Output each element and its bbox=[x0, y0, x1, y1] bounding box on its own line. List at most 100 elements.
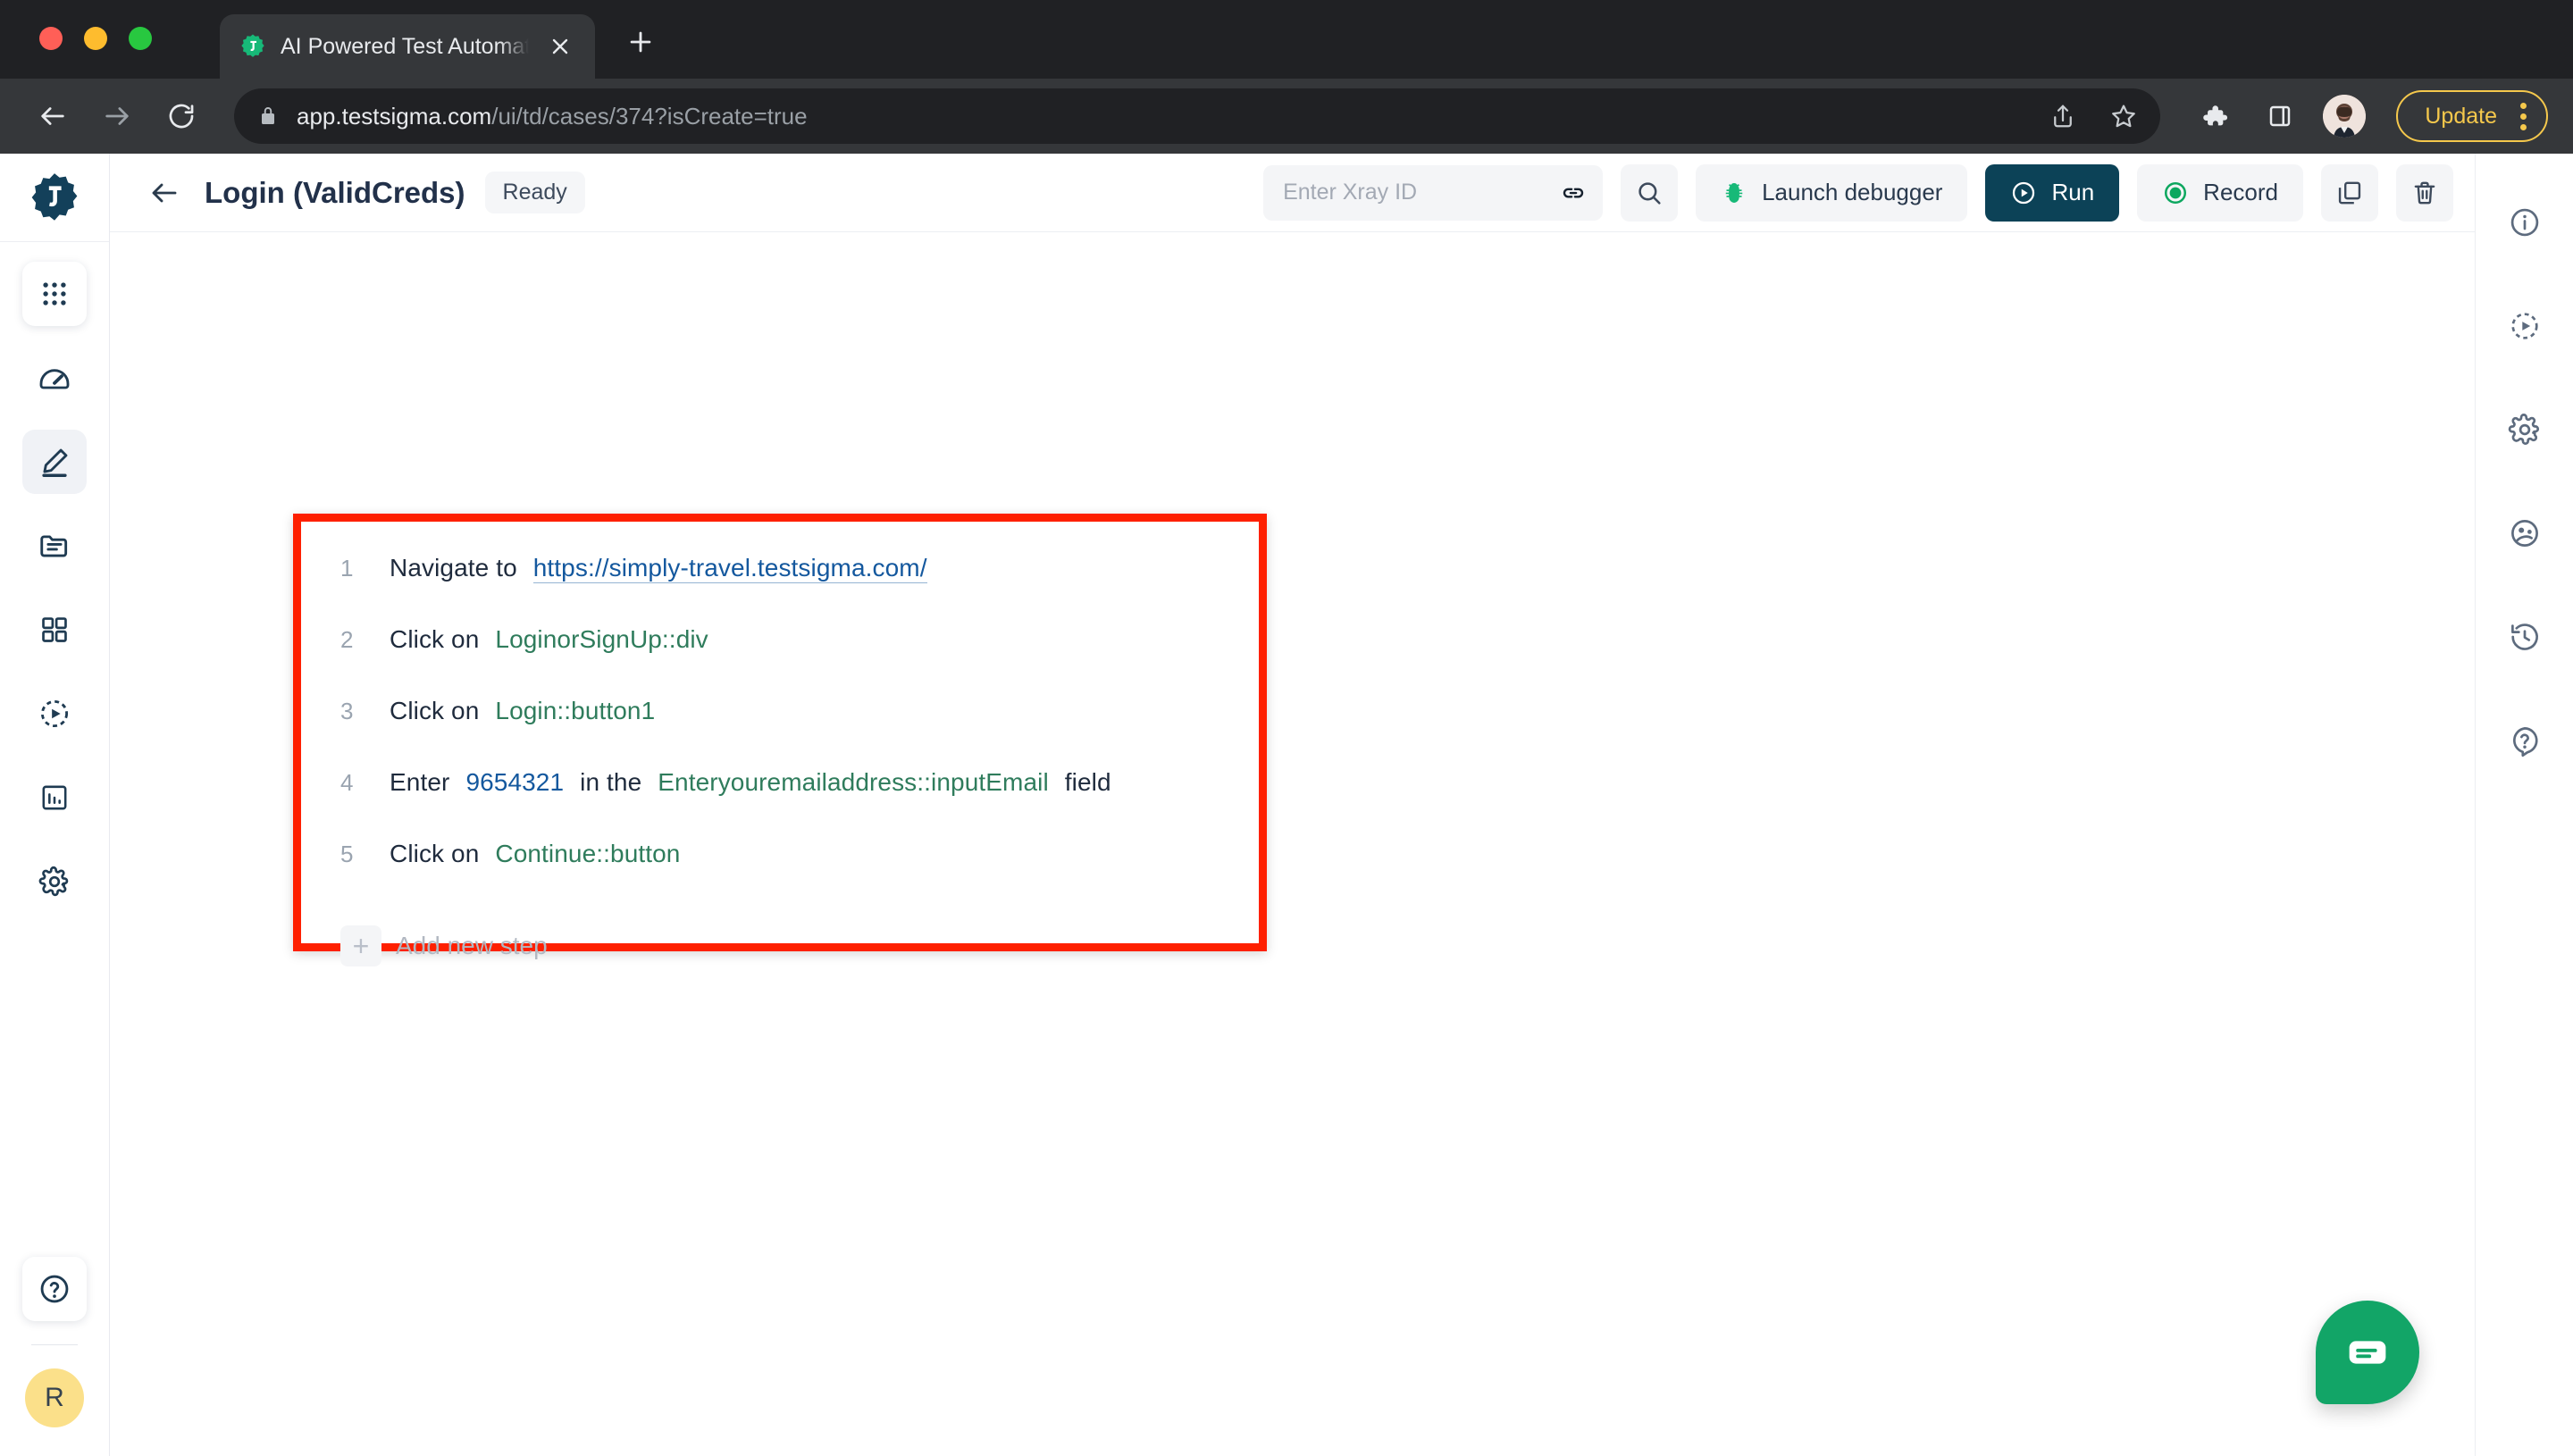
add-new-step-button[interactable]: + Add new step bbox=[301, 911, 1259, 981]
reload-icon[interactable] bbox=[154, 88, 209, 144]
step-token-value[interactable]: 9654321 bbox=[465, 768, 564, 796]
browser-tab[interactable]: AI Powered Test Automation Pl bbox=[220, 14, 595, 79]
launch-debugger-button[interactable]: Launch debugger bbox=[1696, 163, 1968, 222]
new-tab-button[interactable] bbox=[618, 20, 663, 64]
test-step-row[interactable]: 3 Click on Login::button1 bbox=[301, 697, 1259, 768]
step-text: Click on Continue::button bbox=[381, 840, 688, 868]
step-token-link[interactable]: https://simply-travel.testsigma.com/ bbox=[532, 554, 927, 583]
back-arrow-icon[interactable] bbox=[138, 167, 190, 219]
lock-icon bbox=[257, 105, 279, 127]
test-step-row[interactable]: 5 Click on Continue::button bbox=[301, 840, 1259, 911]
sidebar-divider bbox=[0, 241, 109, 242]
application: R Login (ValidCreds) Ready Enter Xray ID… bbox=[0, 154, 2573, 1456]
left-sidebar: R bbox=[0, 154, 110, 1456]
tab-title: AI Powered Test Automation Pl bbox=[281, 33, 529, 59]
back-arrow-icon[interactable] bbox=[25, 88, 80, 144]
share-icon[interactable] bbox=[2042, 96, 2083, 137]
step-token-plain: in the bbox=[580, 768, 642, 796]
three-dot-menu-icon[interactable] bbox=[2513, 102, 2534, 130]
sidebar-item-test-development[interactable] bbox=[22, 430, 87, 494]
page-title: Login (ValidCreds) bbox=[205, 175, 465, 209]
sidebar-item-dashboard[interactable] bbox=[22, 346, 87, 410]
testsigma-favicon-icon bbox=[239, 33, 266, 60]
test-case-canvas: 1 Navigate to https://simply-travel.tests… bbox=[110, 232, 2475, 1456]
record-button[interactable]: Record bbox=[2137, 163, 2303, 222]
minimize-window-button[interactable] bbox=[84, 27, 107, 50]
step-token-element[interactable]: Login::button1 bbox=[495, 697, 655, 724]
test-steps-list: 1 Navigate to https://simply-travel.tests… bbox=[301, 522, 1259, 981]
address-bar-actions bbox=[2042, 96, 2144, 137]
close-icon[interactable] bbox=[543, 29, 577, 63]
maximize-window-button[interactable] bbox=[129, 27, 152, 50]
copy-button[interactable] bbox=[2321, 163, 2378, 222]
star-icon[interactable] bbox=[2103, 96, 2144, 137]
test-step-row[interactable]: 2 Click on LoginorSignUp::div bbox=[301, 625, 1259, 697]
chat-bubble-lines-icon bbox=[2356, 1348, 2377, 1359]
url-host: app.testsigma.com bbox=[297, 102, 492, 130]
testsigma-logo[interactable] bbox=[27, 170, 82, 225]
sidebar-item-help[interactable] bbox=[22, 1257, 87, 1321]
search-input[interactable] bbox=[1283, 180, 1584, 205]
launch-debugger-label: Launch debugger bbox=[1762, 179, 1943, 205]
plus-icon: + bbox=[340, 925, 381, 966]
close-window-button[interactable] bbox=[39, 27, 63, 50]
record-circle-icon bbox=[2162, 180, 2189, 206]
avatar[interactable]: R bbox=[25, 1368, 84, 1427]
link-icon[interactable] bbox=[1560, 180, 1587, 206]
page-header: Login (ValidCreds) Ready Enter Xray ID L… bbox=[110, 154, 2475, 232]
forward-arrow-icon[interactable] bbox=[89, 88, 145, 144]
browser-window: AI Powered Test Automation Pl bbox=[0, 0, 2573, 1456]
sidebar-item-test-data[interactable] bbox=[22, 514, 87, 578]
test-steps-annotation-box: 1 Navigate to https://simply-travel.tests… bbox=[293, 514, 1267, 966]
sidebar-item-settings[interactable] bbox=[22, 849, 87, 914]
run-button[interactable]: Run bbox=[1985, 163, 2120, 222]
main-content: Login (ValidCreds) Ready Enter Xray ID L… bbox=[110, 154, 2475, 1456]
step-token-plain: field bbox=[1064, 768, 1111, 796]
step-number: 1 bbox=[340, 555, 354, 582]
sidebar-item-apps-grid[interactable] bbox=[22, 262, 87, 326]
footer-divider bbox=[31, 1344, 78, 1345]
puzzle-piece-icon[interactable] bbox=[2189, 91, 2239, 141]
tab-strip: AI Powered Test Automation Pl bbox=[0, 0, 2573, 79]
right-sidebar-item-test-runs[interactable] bbox=[2493, 295, 2556, 357]
step-token-element[interactable]: Enteryouremailaddress::inputEmail bbox=[658, 768, 1049, 796]
window-controls bbox=[39, 27, 152, 50]
right-sidebar-item-comments[interactable] bbox=[2493, 502, 2556, 565]
sidebar-item-test-runs[interactable] bbox=[22, 682, 87, 746]
sidebar-footer: R bbox=[22, 1257, 87, 1456]
chat-widget-button[interactable] bbox=[2316, 1301, 2419, 1404]
step-number: 3 bbox=[340, 698, 354, 724]
step-text: Click on Login::button1 bbox=[381, 697, 663, 725]
sidebar-item-elements[interactable] bbox=[22, 598, 87, 662]
step-token-plain: Click on bbox=[390, 697, 480, 724]
step-number: 2 bbox=[340, 626, 354, 653]
update-button[interactable]: Update bbox=[2396, 90, 2548, 142]
test-step-row[interactable]: 4 Enter 9654321 in the Enteryouremailaddres… bbox=[301, 768, 1259, 840]
status-badge: Ready bbox=[484, 172, 585, 213]
play-circle-icon bbox=[2010, 180, 2037, 206]
step-text: Navigate to https://simply-travel.testsig… bbox=[381, 554, 935, 583]
test-step-row[interactable]: 1 Navigate to https://simply-travel.tests… bbox=[301, 554, 1259, 625]
address-bar-url: app.testsigma.com/ui/td/cases/374?isCrea… bbox=[297, 103, 808, 130]
xray-id-field[interactable] bbox=[1263, 164, 1604, 221]
step-token-element[interactable]: Continue::button bbox=[495, 840, 680, 867]
step-number: 4 bbox=[340, 769, 354, 796]
right-sidebar-item-help[interactable] bbox=[2493, 709, 2556, 772]
step-token-plain: Click on bbox=[390, 625, 480, 653]
sidebar-item-reports[interactable] bbox=[22, 766, 87, 830]
right-sidebar-item-settings[interactable] bbox=[2493, 398, 2556, 461]
delete-button[interactable] bbox=[2396, 163, 2453, 222]
step-number: 5 bbox=[340, 841, 354, 867]
browser-toolbar: app.testsigma.com/ui/td/cases/374?isCrea… bbox=[0, 79, 2573, 154]
address-bar[interactable]: app.testsigma.com/ui/td/cases/374?isCrea… bbox=[234, 88, 2161, 144]
url-path: /ui/td/cases/374?isCreate=true bbox=[491, 102, 808, 130]
step-token-element[interactable]: LoginorSignUp::div bbox=[495, 625, 708, 653]
side-panel-icon[interactable] bbox=[2255, 91, 2305, 141]
step-text: Click on LoginorSignUp::div bbox=[381, 625, 717, 654]
record-label: Record bbox=[2203, 179, 2278, 205]
profile-avatar[interactable] bbox=[2323, 95, 2367, 138]
step-token-plain: Enter bbox=[390, 768, 450, 796]
search-button[interactable] bbox=[1621, 163, 1679, 222]
right-sidebar-item-details[interactable] bbox=[2493, 191, 2556, 254]
right-sidebar-item-history[interactable] bbox=[2493, 606, 2556, 668]
